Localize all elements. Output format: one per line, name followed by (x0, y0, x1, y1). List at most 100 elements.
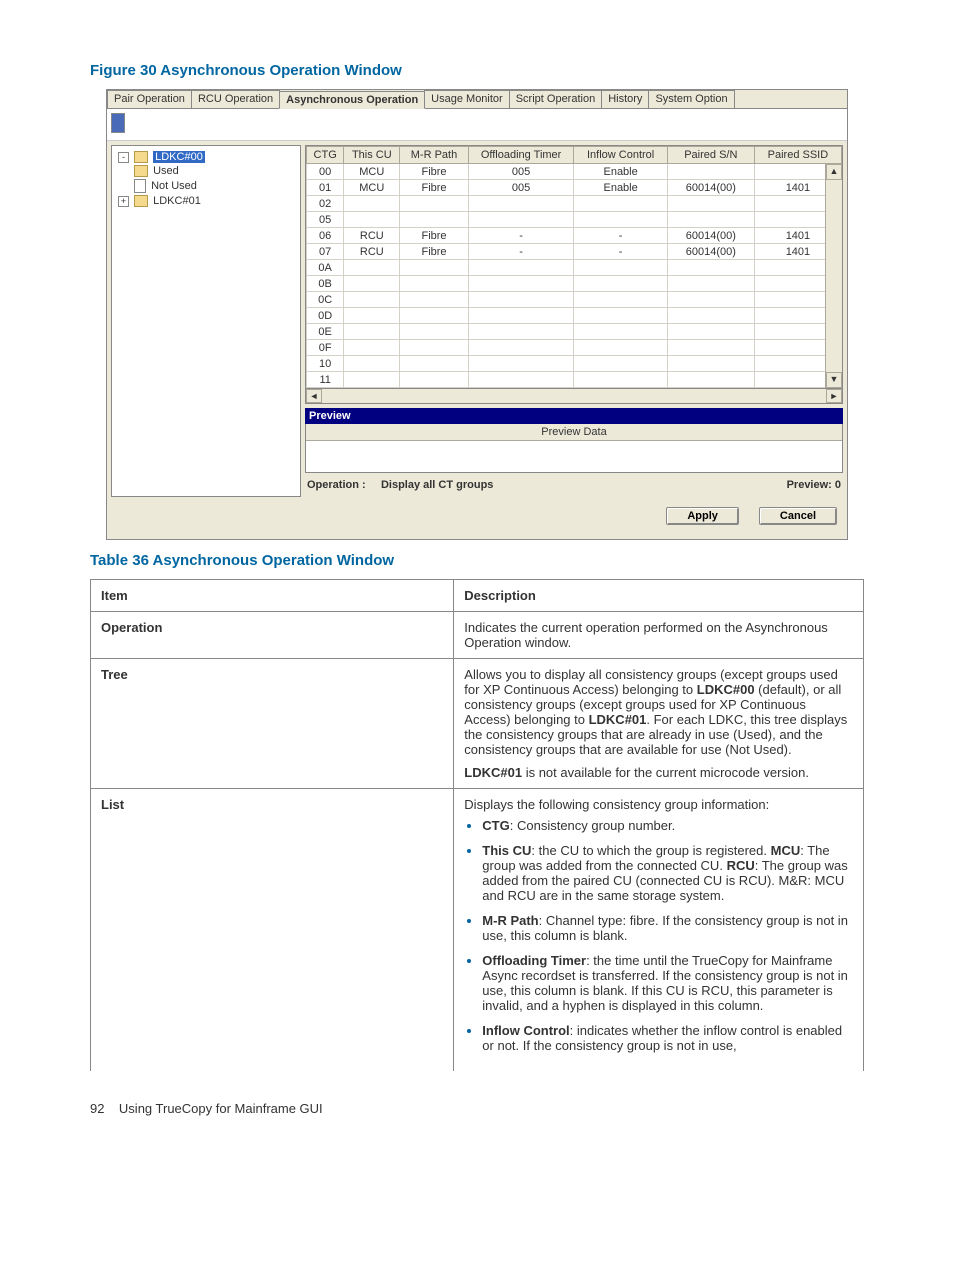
tabs-row: Pair Operation RCU Operation Asynchronou… (107, 90, 847, 109)
preview-grid[interactable]: Preview Data (305, 424, 843, 473)
grid-header[interactable]: Offloading Timer (468, 147, 574, 164)
tab-system-option[interactable]: System Option (648, 90, 734, 108)
text-bold: M-R Path (482, 913, 538, 928)
grid-cell (468, 212, 574, 228)
text-bold: CTG (482, 818, 509, 833)
description-table: Item Description Operation Indicates the… (90, 579, 864, 1071)
cancel-button[interactable]: Cancel (759, 507, 837, 525)
scroll-up-icon[interactable]: ▲ (826, 164, 842, 180)
tab-asynchronous-operation[interactable]: Asynchronous Operation (279, 91, 425, 109)
expand-icon[interactable]: + (118, 196, 129, 207)
grid-cell (574, 276, 667, 292)
grid-cell (344, 292, 400, 308)
table-row[interactable]: 0B (307, 276, 842, 292)
grid-cell (344, 324, 400, 340)
grid-cell: 11 (307, 372, 344, 388)
apply-button[interactable]: Apply (666, 507, 739, 525)
grid-cell (667, 308, 754, 324)
tab-pair-operation[interactable]: Pair Operation (107, 90, 192, 108)
grid-cell: Enable (574, 164, 667, 180)
text: : the CU to which the group is registere… (531, 843, 770, 858)
text-bold: Offloading Timer (482, 953, 586, 968)
grid-cell: Fibre (400, 164, 468, 180)
buttons-row: Apply Cancel (107, 501, 847, 539)
table-row[interactable]: 05 (307, 212, 842, 228)
scroll-track[interactable] (322, 389, 826, 403)
table-row[interactable]: 02 (307, 196, 842, 212)
tree-node-not-used[interactable]: Not Used (116, 178, 296, 194)
collapse-icon[interactable]: - (118, 152, 129, 163)
table-row[interactable]: 01MCUFibre005Enable60014(00)1401 (307, 180, 842, 196)
table-row[interactable]: 0C (307, 292, 842, 308)
desc-text-operation: Indicates the current operation performe… (454, 612, 864, 659)
text-bold: LDKC#00 (697, 682, 755, 697)
scroll-down-icon[interactable]: ▼ (826, 372, 842, 388)
grid-cell: 06 (307, 228, 344, 244)
grid-cell (400, 292, 468, 308)
tab-script-operation[interactable]: Script Operation (509, 90, 602, 108)
grid-header[interactable]: M-R Path (400, 147, 468, 164)
table-row[interactable]: 06RCUFibre--60014(00)1401 (307, 228, 842, 244)
desc-text-tree: Allows you to display all consistency gr… (454, 659, 864, 789)
table-row[interactable]: 0E (307, 324, 842, 340)
grid-cell: - (574, 228, 667, 244)
grid-cell (574, 292, 667, 308)
grid-cell (400, 212, 468, 228)
horizontal-scrollbar[interactable]: ◄ ► (305, 389, 843, 404)
table-row[interactable]: 00MCUFibre005Enable (307, 164, 842, 180)
grid-cell: - (468, 228, 574, 244)
desc-item-list: List (91, 789, 454, 1072)
grid-cell: - (574, 244, 667, 260)
table-row[interactable]: 0A (307, 260, 842, 276)
toolbar (107, 109, 847, 141)
grid-header[interactable]: Inflow Control (574, 147, 667, 164)
grid-cell: 00 (307, 164, 344, 180)
desc-item-operation: Operation (91, 612, 454, 659)
status-row: Operation : Display all CT groups Previe… (305, 473, 843, 497)
grid-cell (468, 324, 574, 340)
tab-usage-monitor[interactable]: Usage Monitor (424, 90, 510, 108)
desc-header-description: Description (454, 580, 864, 612)
grid-cell: Fibre (400, 244, 468, 260)
screenshot-window: Pair Operation RCU Operation Asynchronou… (106, 89, 848, 540)
main-area: - LDKC#00 Used Not Used + LDKC#01 CTGThi… (107, 141, 847, 501)
list-item: CTG: Consistency group number. (482, 818, 853, 833)
vertical-scrollbar[interactable]: ▲ ▼ (825, 164, 842, 388)
grid-cell (574, 340, 667, 356)
grid-cell: 0A (307, 260, 344, 276)
grid-cell: 07 (307, 244, 344, 260)
list-item: This CU: the CU to which the group is re… (482, 843, 853, 903)
text: Displays the following consistency group… (464, 797, 769, 812)
grid-header[interactable]: Paired S/N (667, 147, 754, 164)
grid-cell (400, 260, 468, 276)
grid-cell (667, 276, 754, 292)
table-row[interactable]: 10 (307, 356, 842, 372)
table-row[interactable]: 11 (307, 372, 842, 388)
desc-header-item: Item (91, 580, 454, 612)
consistency-group-grid[interactable]: CTGThis CUM-R PathOffloading TimerInflow… (306, 146, 842, 388)
table-row[interactable]: 0F (307, 340, 842, 356)
tree-label: LDKC#00 (153, 151, 205, 163)
list-item: Offloading Timer: the time until the Tru… (482, 953, 853, 1013)
tab-rcu-operation[interactable]: RCU Operation (191, 90, 280, 108)
tree-node-ldkc01[interactable]: + LDKC#01 (116, 194, 296, 208)
scroll-right-icon[interactable]: ► (826, 389, 842, 403)
grid-cell: 0B (307, 276, 344, 292)
grid-cell (468, 356, 574, 372)
text-bold: Inflow Control (482, 1023, 569, 1038)
tab-history[interactable]: History (601, 90, 649, 108)
grid-cell (468, 340, 574, 356)
grid-cell (400, 356, 468, 372)
tree-node-used[interactable]: Used (116, 164, 296, 178)
table-row[interactable]: 07RCUFibre--60014(00)1401 (307, 244, 842, 260)
grid-header[interactable]: Paired SSID (754, 147, 841, 164)
scroll-left-icon[interactable]: ◄ (306, 389, 322, 403)
grid-header[interactable]: This CU (344, 147, 400, 164)
table-row[interactable]: 0D (307, 308, 842, 324)
grid-cell: 01 (307, 180, 344, 196)
grid-cell (468, 292, 574, 308)
tree-node-ldkc00[interactable]: - LDKC#00 (116, 150, 296, 164)
grid-header[interactable]: CTG (307, 147, 344, 164)
tree-pane[interactable]: - LDKC#00 Used Not Used + LDKC#01 (111, 145, 301, 497)
grid-cell (468, 260, 574, 276)
